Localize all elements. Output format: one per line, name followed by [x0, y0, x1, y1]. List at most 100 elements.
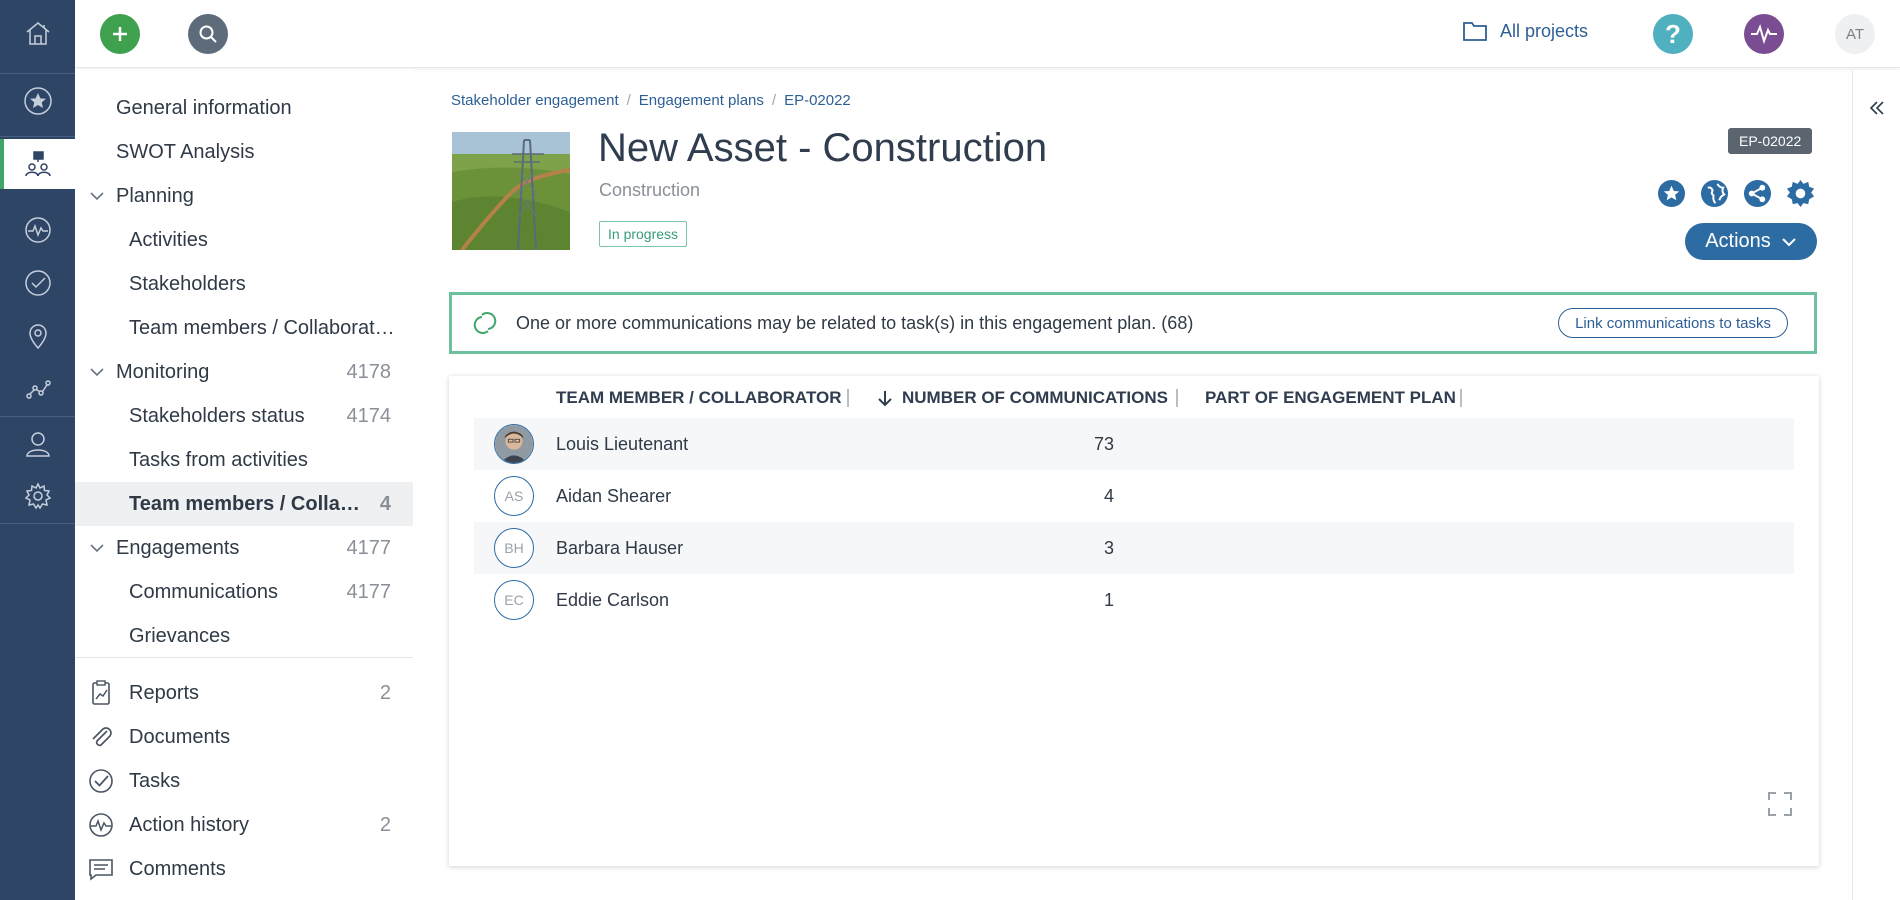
stakeholder-icon[interactable] [0, 139, 75, 189]
nav-action-history[interactable]: Action history 2 [75, 803, 413, 847]
search-button[interactable] [188, 14, 228, 54]
link-icon [473, 312, 497, 334]
nav-team-members-planning[interactable]: Team members / Collaborat… [75, 306, 413, 350]
column-header-label: NUMBER OF COMMUNICATIONS [902, 388, 1168, 407]
home-icon[interactable] [0, 8, 75, 58]
nav-general-information[interactable]: General information [75, 86, 413, 130]
help-button[interactable]: ? [1653, 14, 1693, 54]
breadcrumb-engagement-plans[interactable]: Engagement plans [639, 92, 764, 109]
column-divider [1176, 389, 1178, 407]
page-subtitle: Construction [599, 180, 701, 200]
nav-count: 4174 [346, 404, 392, 427]
actions-button[interactable]: Actions [1685, 223, 1817, 260]
nav-label: Activities [129, 228, 208, 251]
user-avatar[interactable]: AT [1835, 14, 1875, 54]
location-icon[interactable] [0, 311, 75, 361]
link-communications-button[interactable]: Link communications to tasks [1558, 308, 1788, 338]
expand-icon[interactable] [1766, 790, 1794, 818]
nav-planning[interactable]: Planning [75, 174, 413, 218]
header-icon-bar [1657, 179, 1815, 208]
nav-label: Tasks [129, 769, 181, 792]
nav-reports[interactable]: Reports 2 [75, 671, 413, 715]
nav-label: Engagements [116, 536, 240, 559]
app-rail [0, 0, 75, 900]
pulse-icon [1751, 24, 1777, 44]
nav-comments[interactable]: Comments [75, 847, 413, 891]
check-icon[interactable] [0, 258, 75, 308]
share-icon[interactable] [1743, 179, 1772, 208]
column-header-part-of-engagement-plan[interactable]: PART OF ENGAGEMENT PLAN [1205, 386, 1456, 410]
nav-count: 2 [379, 681, 391, 704]
breadcrumb-current[interactable]: EP-02022 [784, 92, 851, 109]
nav-grievances[interactable]: Grievances [75, 614, 413, 658]
table-row[interactable]: AS Aidan Shearer 4 [474, 470, 1794, 522]
column-header-team-member[interactable]: TEAM MEMBER / COLLABORATOR [556, 386, 842, 410]
activity-icon[interactable] [0, 205, 75, 255]
add-button[interactable] [100, 14, 140, 54]
member-name: Eddie Carlson [556, 589, 670, 610]
avatar [494, 424, 534, 464]
star-icon[interactable] [0, 76, 75, 126]
nav-label: Communications [129, 580, 278, 603]
breadcrumb: Stakeholder engagement / Engagement plan… [451, 92, 851, 109]
plan-thumbnail [452, 132, 570, 250]
nav-activities[interactable]: Activities [75, 218, 413, 262]
notice-text: One or more communications may be relate… [516, 312, 1194, 333]
gear-icon[interactable] [0, 471, 75, 521]
comment-icon [89, 859, 113, 881]
nav-stakeholders-status[interactable]: Stakeholders status 4174 [75, 394, 413, 438]
nav-documents[interactable]: Documents [75, 715, 413, 759]
globe-icon[interactable] [1700, 179, 1729, 208]
column-header-number-of-communications[interactable]: NUMBER OF COMMUNICATIONS [876, 386, 1168, 410]
nav-count: 2 [379, 813, 391, 836]
chevron-down-icon [90, 368, 104, 377]
star-icon[interactable] [1657, 179, 1686, 208]
double-chevron-left-icon [1867, 98, 1887, 123]
all-projects-label: All projects [1500, 20, 1589, 41]
folder-icon [1463, 22, 1487, 41]
nav-label: Action history [129, 813, 250, 836]
nav-stakeholders[interactable]: Stakeholders [75, 262, 413, 306]
activity-pulse-button[interactable] [1744, 14, 1784, 54]
chevron-down-icon [90, 192, 104, 201]
section-nav: General information SWOT Analysis Planni… [75, 69, 413, 900]
gear-icon[interactable] [1786, 179, 1815, 208]
nav-communications[interactable]: Communications 4177 [75, 570, 413, 614]
right-panel-collapse[interactable] [1852, 70, 1900, 900]
nav-divider [75, 657, 413, 658]
nav-swot-analysis[interactable]: SWOT Analysis [75, 130, 413, 174]
communications-notice: One or more communications may be relate… [449, 292, 1817, 354]
member-name: Aidan Shearer [556, 485, 672, 506]
nav-label: Grievances [129, 624, 231, 647]
actions-label: Actions [1705, 230, 1771, 252]
search-icon [199, 25, 217, 43]
breadcrumb-stakeholder-engagement[interactable]: Stakeholder engagement [451, 92, 619, 109]
check-circle-icon [89, 769, 113, 793]
page-title: New Asset - Construction [598, 126, 1048, 170]
user-icon[interactable] [0, 419, 75, 469]
nav-label: General information [116, 96, 292, 119]
avatar: AS [494, 476, 534, 516]
column-divider [847, 389, 849, 407]
avatar: EC [494, 580, 534, 620]
all-projects-link[interactable]: All projects [1462, 20, 1588, 42]
id-badge: EP-02022 [1728, 128, 1813, 154]
member-name: Louis Lieutenant [556, 433, 689, 454]
nav-engagements[interactable]: Engagements 4177 [75, 526, 413, 570]
nav-label: Stakeholders [129, 272, 246, 295]
paperclip-icon [92, 727, 112, 747]
communications-count: 1 [1103, 589, 1114, 610]
nav-monitoring[interactable]: Monitoring 4178 [75, 350, 413, 394]
nav-tasks[interactable]: Tasks [75, 759, 413, 803]
table-row[interactable]: EC Eddie Carlson 1 [474, 574, 1794, 626]
table-row[interactable]: Louis Lieutenant 73 [474, 418, 1794, 470]
nav-team-members-monitoring[interactable]: Team members / Collab… 4 [75, 482, 413, 526]
nav-count: 4 [379, 492, 391, 515]
report-icon [92, 680, 110, 705]
table-row[interactable]: BH Barbara Hauser 3 [474, 522, 1794, 574]
analytics-icon[interactable] [0, 364, 75, 414]
nav-count: 4177 [346, 536, 392, 559]
nav-label: Monitoring [116, 360, 210, 383]
nav-tasks-from-activities[interactable]: Tasks from activities [75, 438, 413, 482]
nav-count: 4177 [346, 580, 392, 603]
